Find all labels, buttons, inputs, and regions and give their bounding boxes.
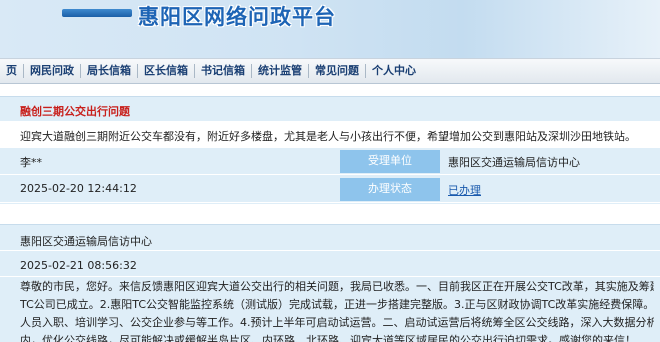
- reply-line: 尊敬的市民，您好。来信反馈惠阳区迎宾大道公交出行的相关问题，我局已收悉。一、目前…: [20, 280, 654, 293]
- banner-decoration: [62, 9, 132, 17]
- question-status-row: 2025-02-20 12:44:12 办理状态 已办理: [0, 175, 660, 203]
- question-title-row: 融创三期公交出行问题: [0, 97, 660, 122]
- question-date: 2025-02-20 12:44:12: [20, 182, 137, 195]
- reply-line: TC公司已成立。2.惠阳TC公交智能监控系统（测试版）完成试载，正进一步搭建完整…: [20, 298, 654, 311]
- question-author: 李**: [20, 156, 42, 169]
- nav-faq[interactable]: 常见问题: [309, 58, 365, 84]
- nav-bureau-mailbox[interactable]: 局长信箱: [81, 58, 137, 84]
- question-body: 迎宾大道融创三期附近公交车都没有，附近好多楼盘，尤其是老人与小孩出行不便，希望增…: [20, 130, 636, 143]
- dept-value: 惠阳区交通运输局信访中心: [448, 156, 580, 169]
- question-meta-row: 李** 受理单位 惠阳区交通运输局信访中心: [0, 148, 660, 175]
- reply-date-row: 2025-02-21 08:56:32: [0, 251, 660, 277]
- question-title: 融创三期公交出行问题: [20, 105, 130, 118]
- reply-panel: 惠阳区交通运输局信访中心 2025-02-21 08:56:32 尊敬的市民，您…: [0, 224, 660, 342]
- dept-label: 受理单位: [340, 150, 440, 173]
- nav-personal-center[interactable]: 个人中心: [366, 58, 422, 84]
- site-title: 惠阳区网络问政平台: [138, 4, 336, 29]
- nav-statistics[interactable]: 统计监管: [252, 58, 308, 84]
- nav-district-mailbox[interactable]: 区长信箱: [138, 58, 194, 84]
- reply-content: 尊敬的市民，您好。来信反馈惠阳区迎宾大道公交出行的相关问题，我局已收悉。一、目前…: [20, 278, 654, 342]
- status-label: 办理状态: [340, 178, 440, 201]
- reply-date: 2025-02-21 08:56:32: [20, 259, 137, 272]
- status-value-link[interactable]: 已办理: [448, 182, 481, 198]
- reply-line: 人员入职、培训学习、公交企业参与等工作。4.预计上半年可启动试运营。二、启动试运…: [20, 316, 654, 329]
- reply-dept-row: 惠阳区交通运输局信访中心: [0, 225, 660, 251]
- nav-secretary-mailbox[interactable]: 书记信箱: [195, 58, 251, 84]
- nav-netizen-inquiry[interactable]: 网民问政: [24, 58, 80, 84]
- nav-home[interactable]: 页: [0, 58, 23, 84]
- question-panel: 融创三期公交出行问题 迎宾大道融创三期附近公交车都没有，附近好多楼盘，尤其是老人…: [0, 96, 660, 204]
- site-banner: 惠阳区网络问政平台: [0, 0, 660, 58]
- main-nav: 页 网民问政 局长信箱 区长信箱 书记信箱 统计监管 常见问题 个人中心: [0, 58, 660, 84]
- question-body-row: 迎宾大道融创三期附近公交车都没有，附近好多楼盘，尤其是老人与小孩出行不便，希望增…: [0, 122, 660, 148]
- reply-dept: 惠阳区交通运输局信访中心: [20, 235, 152, 248]
- reply-line: 内，优化公交线路，尽可能解决或缓解半岛片区、内环路、北环路、迎宾大道等区域居民的…: [20, 334, 636, 342]
